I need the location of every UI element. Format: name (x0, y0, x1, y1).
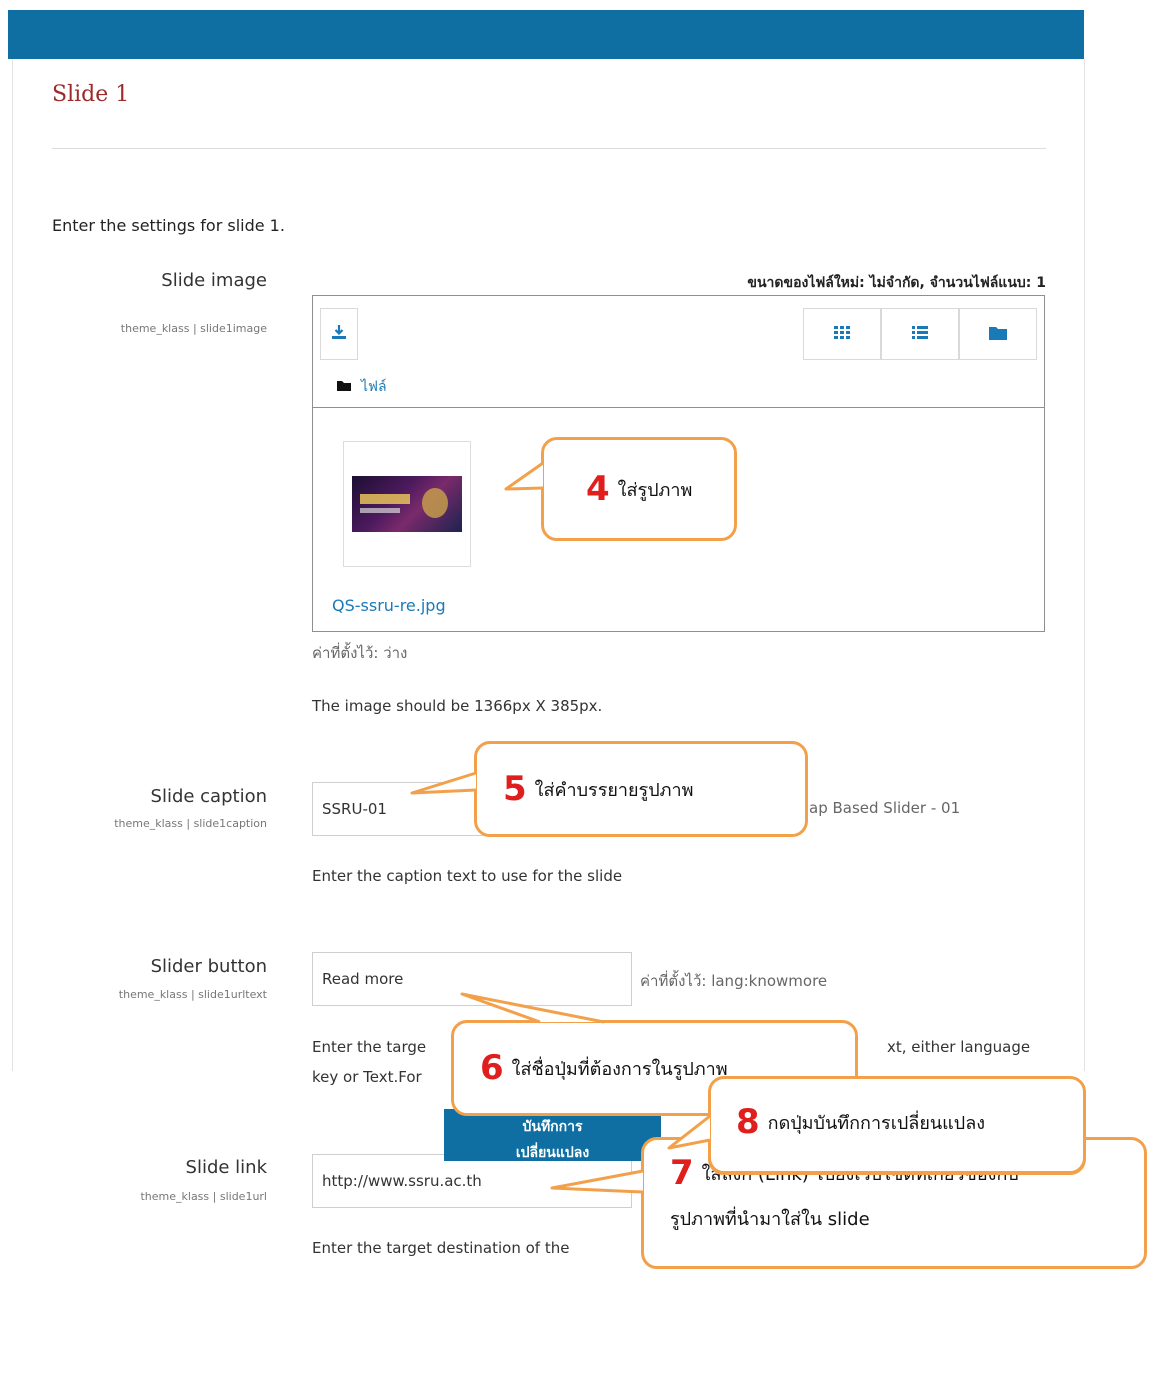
callout-8-content: 8 กดปุ่มบันทึกการเปลี่ยนแปลง (736, 1105, 985, 1139)
callout-tails (410, 461, 711, 1194)
callout-8-text: กดปุ่มบันทึกการเปลี่ยนแปลง (767, 1112, 986, 1134)
callout-8-number: 8 (736, 1102, 760, 1142)
